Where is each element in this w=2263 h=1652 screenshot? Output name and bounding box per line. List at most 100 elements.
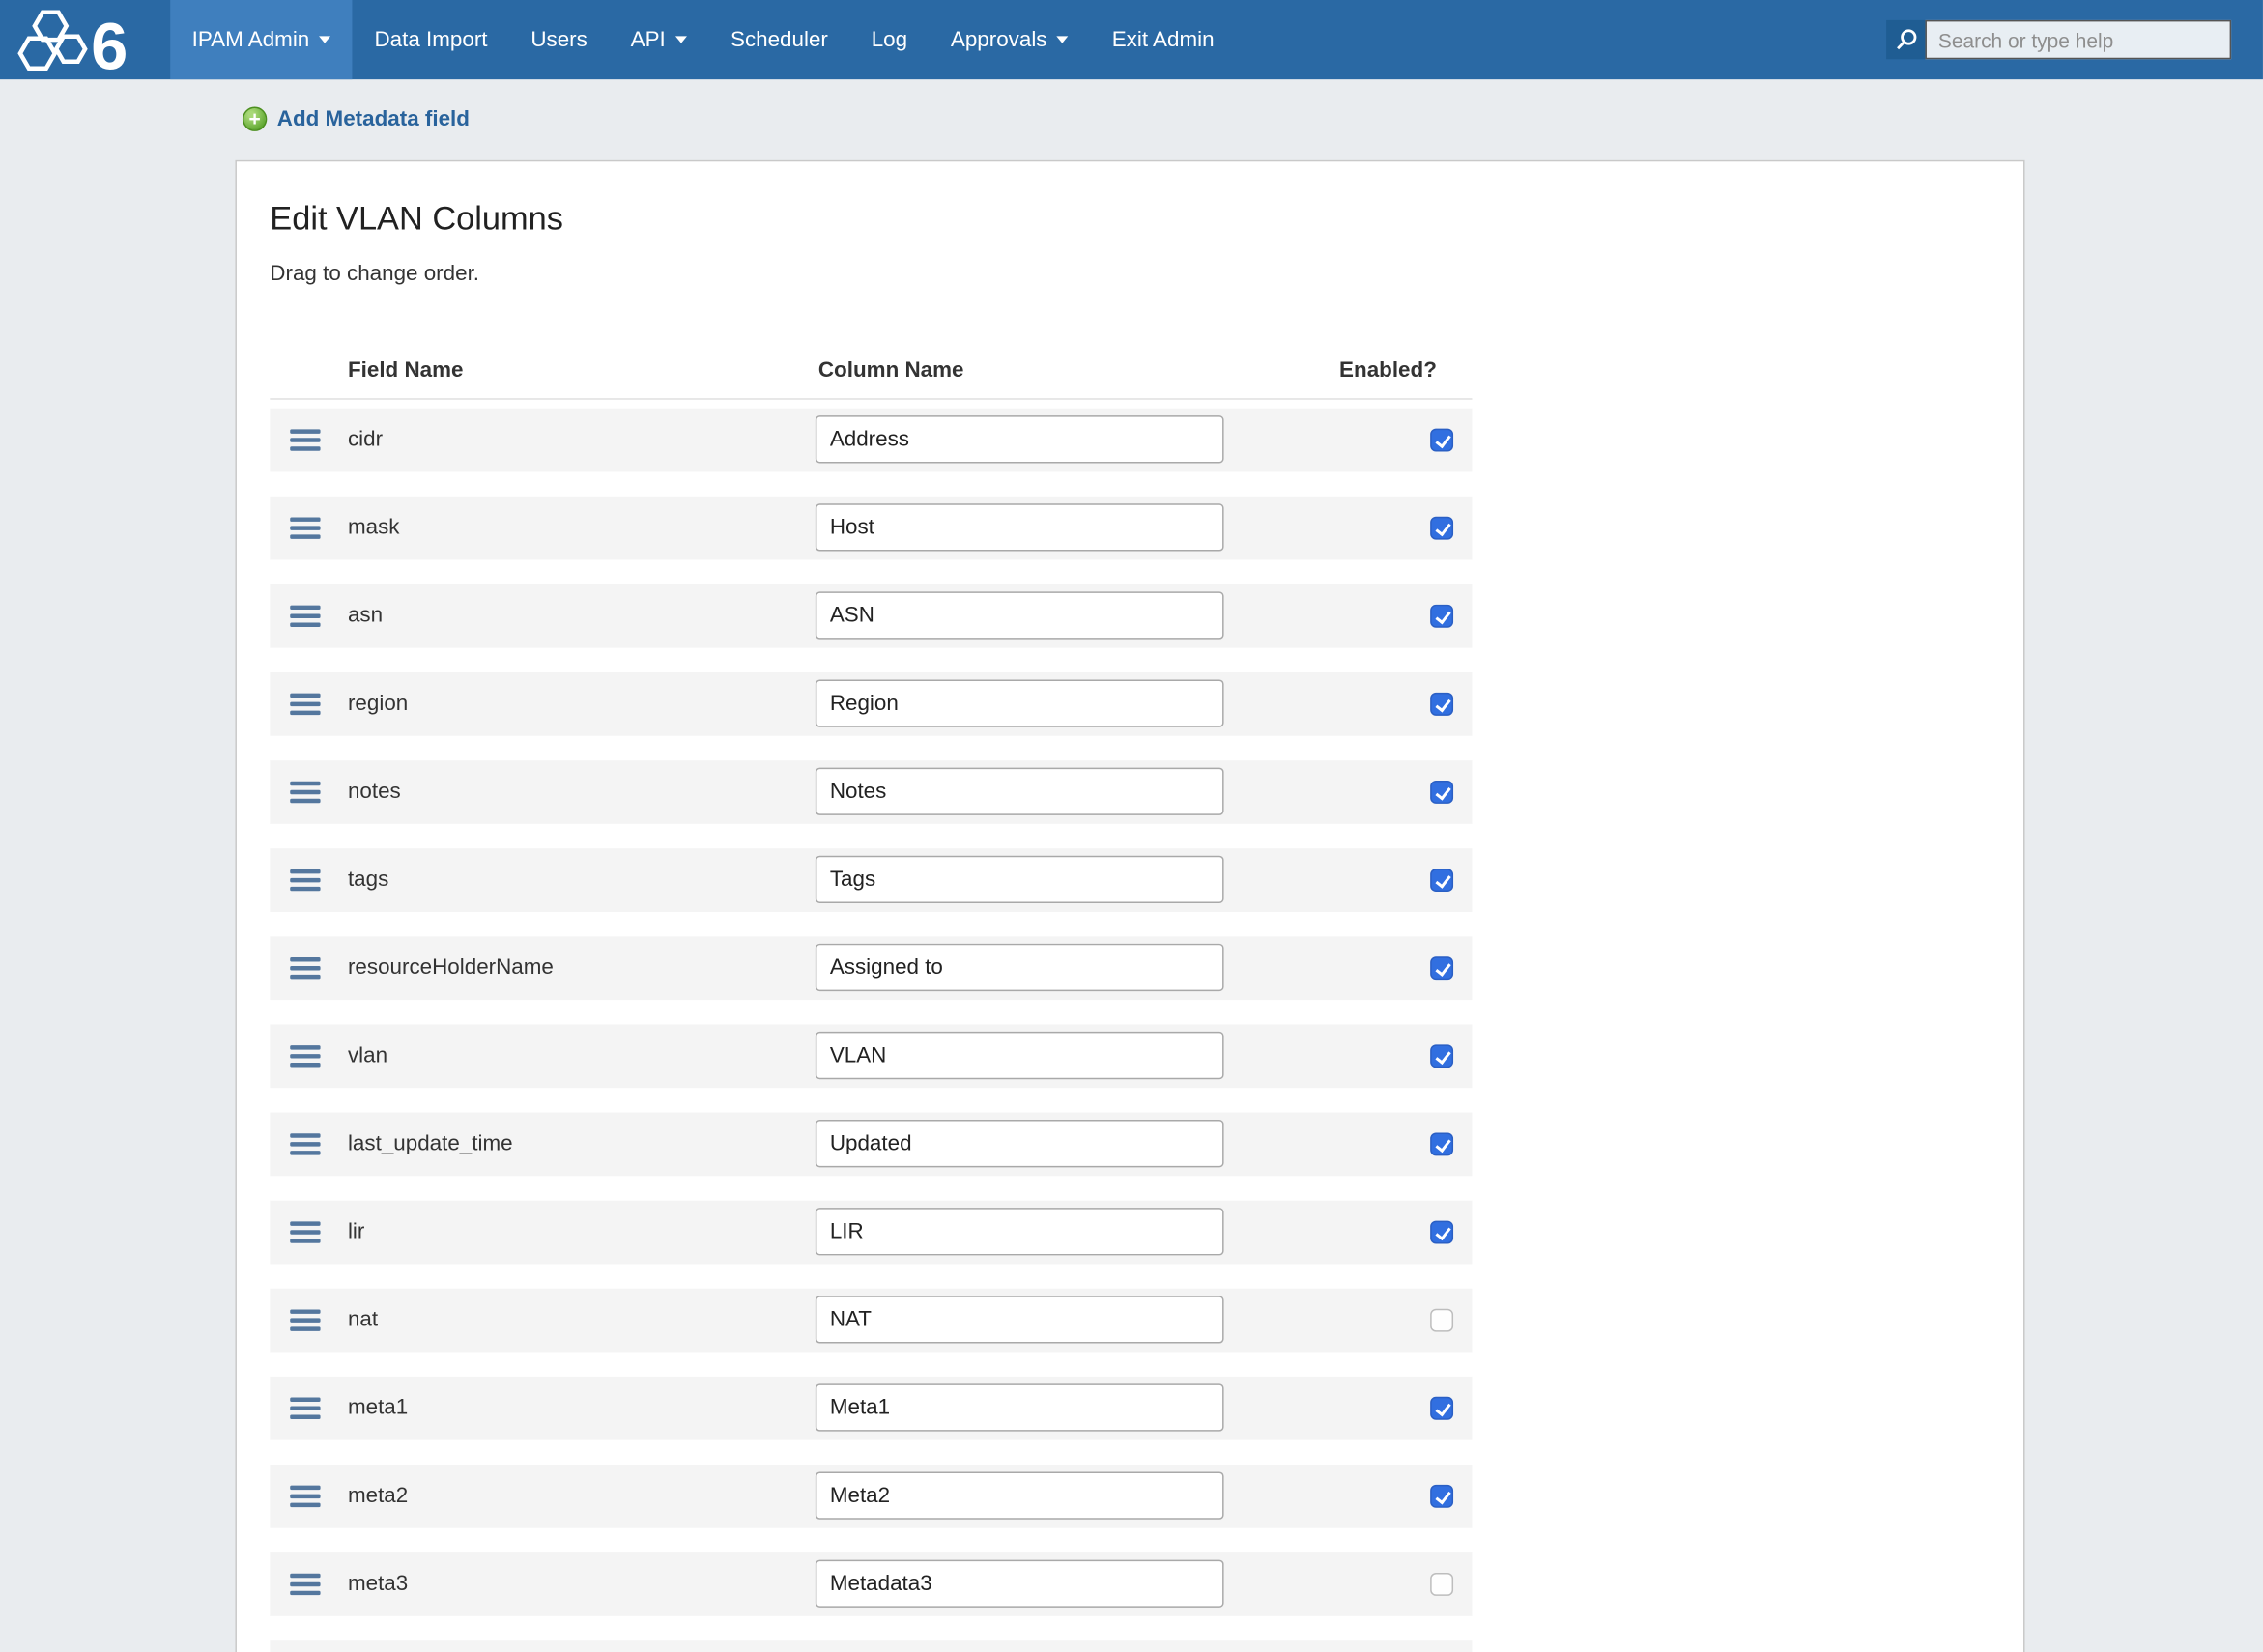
search-icon[interactable]: [1886, 20, 1925, 59]
nav-item-exit-admin[interactable]: Exit Admin: [1090, 0, 1236, 79]
column-name-input[interactable]: [816, 415, 1224, 463]
column-name-input[interactable]: [816, 503, 1224, 551]
table-row: last_update_time: [270, 1113, 1472, 1177]
table-row: resourceHolderName: [270, 936, 1472, 1000]
app-window: 6 IPAM Admin Data Import Users API Scheduler…: [0, 0, 2263, 1652]
enabled-checkbox[interactable]: [1430, 1309, 1453, 1332]
enabled-checkbox[interactable]: [1430, 1044, 1453, 1068]
logo-hexagons-icon: 6: [15, 5, 154, 74]
table-row: mask: [270, 497, 1472, 560]
column-name-input[interactable]: [816, 1560, 1224, 1608]
nav-item-label: Data Import: [374, 27, 487, 51]
enabled-checkbox[interactable]: [1430, 605, 1453, 628]
table-row: tags: [270, 848, 1472, 912]
drag-handle-icon[interactable]: [290, 1309, 320, 1330]
enabled-checkbox[interactable]: [1430, 1485, 1453, 1508]
drag-handle-icon[interactable]: [290, 782, 320, 803]
toolbar: Add Metadata field: [0, 79, 2263, 160]
column-name-input[interactable]: [816, 1471, 1224, 1519]
table-row: asn: [270, 584, 1472, 648]
drag-handle-icon[interactable]: [290, 1486, 320, 1507]
column-name-input[interactable]: [816, 1383, 1224, 1431]
column-name-input[interactable]: [816, 944, 1224, 991]
nav-item-label: IPAM Admin: [192, 27, 310, 51]
app-logo[interactable]: 6: [0, 0, 170, 79]
main-nav: IPAM Admin Data Import Users API Scheduler Lo…: [170, 0, 1236, 79]
nav-item-label: Exit Admin: [1112, 27, 1215, 51]
nav-item-ipam-admin[interactable]: IPAM Admin: [170, 0, 353, 79]
nav-item-users[interactable]: Users: [509, 0, 609, 79]
drag-handle-icon[interactable]: [290, 1221, 320, 1242]
enabled-checkbox[interactable]: [1430, 1573, 1453, 1596]
enabled-checkbox[interactable]: [1430, 1132, 1453, 1155]
drag-handle-icon[interactable]: [290, 1398, 320, 1419]
nav-item-label: Approvals: [951, 27, 1047, 51]
drag-handle-icon[interactable]: [290, 957, 320, 979]
nav-item-label: Log: [872, 27, 907, 51]
table-row: vlan: [270, 1024, 1472, 1088]
drag-handle-icon[interactable]: [290, 429, 320, 450]
column-name-input[interactable]: [816, 856, 1224, 903]
drag-handle-icon[interactable]: [290, 869, 320, 891]
column-name-input[interactable]: [816, 679, 1224, 726]
nav-item-data-import[interactable]: Data Import: [353, 0, 509, 79]
table-row: notes: [270, 760, 1472, 824]
enabled-checkbox[interactable]: [1430, 429, 1453, 452]
drag-handle-icon[interactable]: [290, 1574, 320, 1595]
field-name: last_update_time: [348, 1113, 513, 1177]
header-field-name: Field Name: [348, 357, 464, 382]
panel-subtitle: Drag to change order.: [270, 261, 1990, 285]
enabled-checkbox[interactable]: [1430, 517, 1453, 540]
add-metadata-field-link[interactable]: Add Metadata field: [243, 107, 470, 131]
enabled-checkbox[interactable]: [1430, 956, 1453, 980]
table-row: nat: [270, 1289, 1472, 1353]
nav-item-api[interactable]: API: [609, 0, 708, 79]
enabled-checkbox[interactable]: [1430, 693, 1453, 716]
nav-item-approvals[interactable]: Approvals: [929, 0, 1090, 79]
table-row: meta3: [270, 1552, 1472, 1616]
field-name: region: [348, 672, 408, 736]
column-name-input[interactable]: [816, 591, 1224, 639]
top-navbar: 6 IPAM Admin Data Import Users API Scheduler…: [0, 0, 2263, 79]
caret-down-icon: [675, 36, 687, 43]
header-column-name: Column Name: [818, 357, 964, 382]
page-title: Edit VLAN Columns: [270, 199, 1990, 238]
enabled-checkbox[interactable]: [1430, 1221, 1453, 1244]
field-name: lir: [348, 1201, 364, 1265]
nav-item-label: Scheduler: [730, 27, 828, 51]
field-name: tags: [348, 848, 388, 912]
vlan-columns-table: Field Name Column Name Enabled? cidr mas…: [270, 357, 1472, 1652]
caret-down-icon: [1057, 36, 1069, 43]
drag-handle-icon[interactable]: [290, 694, 320, 715]
drag-handle-icon[interactable]: [290, 1133, 320, 1154]
table-row: meta2: [270, 1465, 1472, 1528]
field-name: mask: [348, 497, 400, 560]
field-name: meta2: [348, 1465, 408, 1528]
column-name-input[interactable]: [816, 1032, 1224, 1079]
drag-handle-icon[interactable]: [290, 606, 320, 627]
search-group: [1886, 20, 2231, 59]
table-row-partial: [270, 1640, 1472, 1652]
nav-item-label: Users: [530, 27, 587, 51]
nav-item-scheduler[interactable]: Scheduler: [709, 0, 850, 79]
nav-item-log[interactable]: Log: [849, 0, 929, 79]
field-name: meta3: [348, 1552, 408, 1616]
drag-handle-icon[interactable]: [290, 517, 320, 538]
plus-icon: [243, 107, 267, 131]
enabled-checkbox[interactable]: [1430, 869, 1453, 892]
field-name: meta1: [348, 1377, 408, 1440]
field-name: vlan: [348, 1024, 387, 1088]
column-name-input[interactable]: [816, 1296, 1224, 1343]
column-name-input[interactable]: [816, 1120, 1224, 1167]
field-name: asn: [348, 584, 383, 648]
search-input[interactable]: [1925, 20, 2231, 59]
enabled-checkbox[interactable]: [1430, 781, 1453, 804]
column-name-input[interactable]: [816, 768, 1224, 815]
column-name-input[interactable]: [816, 1208, 1224, 1255]
header-enabled: Enabled?: [1339, 357, 1437, 382]
enabled-checkbox[interactable]: [1430, 1397, 1453, 1420]
field-name: cidr: [348, 409, 383, 472]
table-row: lir: [270, 1201, 1472, 1265]
nav-item-label: API: [631, 27, 666, 51]
drag-handle-icon[interactable]: [290, 1045, 320, 1067]
